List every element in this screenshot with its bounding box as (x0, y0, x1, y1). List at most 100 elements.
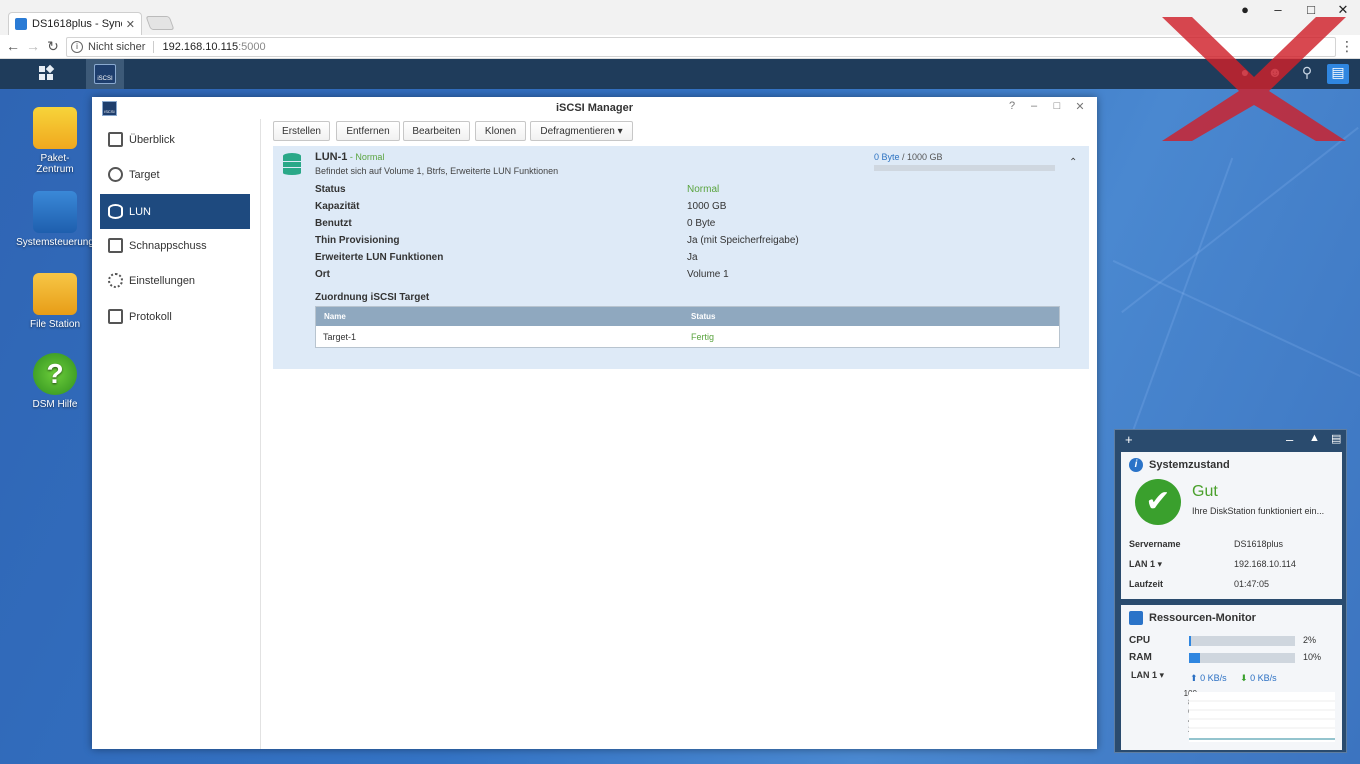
clone-button[interactable]: Klonen (475, 121, 526, 141)
gear-icon (108, 273, 123, 288)
notifications-icon[interactable]: ● (1234, 64, 1256, 84)
prop-label-advanced-lun: Erweiterte LUN Funktionen (315, 252, 444, 263)
forward-icon[interactable]: → (24, 38, 42, 54)
database-icon (108, 204, 123, 219)
overview-icon (108, 132, 123, 147)
url-port: :5000 (238, 41, 266, 53)
sidebar-item-label: LUN (129, 205, 152, 218)
pin-icon[interactable]: ▲ (1309, 432, 1320, 444)
sidebar-item-label: Target (129, 168, 160, 181)
lan-ip-value: 192.168.10.114 (1234, 559, 1296, 569)
search-icon[interactable]: ⚲ (1296, 64, 1318, 84)
lun-used: 0 Byte (874, 152, 900, 162)
list-icon (108, 309, 123, 324)
servername-label: Servername (1129, 539, 1181, 549)
network-traffic-chart (1189, 692, 1335, 742)
help-button-icon[interactable]: ? (1004, 100, 1020, 112)
globe-icon (108, 167, 123, 182)
collapse-chevron-icon[interactable]: ⌃ (1069, 157, 1077, 168)
info-icon[interactable]: i (71, 41, 83, 53)
lun-name: LUN-1 (315, 151, 348, 163)
cell-target-name: Target-1 (323, 332, 357, 342)
lun-database-icon (283, 153, 301, 175)
table-row[interactable]: Target-1 Fertig (316, 326, 1059, 347)
browser-menu-icon[interactable]: ⋮ (1340, 38, 1354, 55)
tab-title: DS1618plus - Synology D (32, 18, 122, 30)
sidebar-item-target[interactable]: Target (100, 157, 250, 192)
minimize-icon[interactable]: – (1026, 100, 1042, 112)
dsm-favicon-icon (15, 18, 27, 30)
upload-arrow-icon: ⬆ (1190, 673, 1198, 683)
desktop-icon-label: Paket- (40, 153, 70, 164)
download-arrow-icon: ⬇ (1240, 673, 1248, 683)
url-field[interactable]: i Nicht sicher 192.168.10.115 :5000 (66, 37, 1336, 57)
package-center-icon (33, 107, 77, 149)
defragment-dropdown[interactable]: Defragmentieren ▾ (530, 121, 633, 141)
system-health-widget: i Systemzustand ✔ Gut Ihre DiskStation f… (1121, 452, 1342, 599)
prop-value-used: 0 Byte (687, 218, 716, 229)
create-button[interactable]: Erstellen (273, 121, 330, 141)
lun-details-panel[interactable]: LUN-1 - Normal Befindet sich auf Volume … (273, 146, 1089, 369)
upload-rate: ⬆ 0 KB/s (1190, 673, 1227, 684)
url-host: 192.168.10.115 (162, 41, 239, 53)
back-icon[interactable]: ← (4, 38, 22, 54)
prop-value-advanced-lun: Ja (687, 252, 698, 263)
profile-icon[interactable]: ● (1230, 2, 1260, 17)
lun-status-inline: - Normal (347, 152, 385, 162)
column-header-name[interactable]: Name (324, 312, 346, 321)
mapping-table-header: Name Status (316, 307, 1059, 326)
remove-button[interactable]: Entfernen (336, 121, 400, 141)
sidebar-item-lun[interactable]: LUN (100, 194, 250, 229)
lan-dropdown[interactable]: LAN 1 ▾ (1129, 559, 1162, 570)
servername-value: DS1618plus (1234, 539, 1284, 549)
security-label: Nicht sicher (88, 41, 146, 53)
health-description: Ihre DiskStation funktioniert ein... (1192, 506, 1325, 516)
desktop-icon-label: DSM Hilfe (32, 399, 78, 410)
lun-location: Befindet sich auf Volume 1, Btrfs, Erwei… (315, 166, 559, 176)
taskbar-iscsi-manager[interactable]: iSCSI (86, 59, 124, 89)
browser-tab[interactable]: DS1618plus - Synology D ✕ (8, 12, 142, 35)
lan-monitor-dropdown[interactable]: LAN 1 ▾ (1131, 670, 1164, 681)
user-icon[interactable]: ☻ (1264, 64, 1286, 84)
window-titlebar[interactable]: iSCSI iSCSI Manager ? – □ ✕ (92, 97, 1097, 119)
sidebar-item-log[interactable]: Protokoll (100, 299, 250, 334)
widget-layout-icon[interactable]: ▤ (1331, 432, 1341, 445)
desktop-icon-file-station[interactable]: File Station (10, 273, 100, 330)
prop-label-thin-provisioning: Thin Provisioning (315, 235, 400, 246)
desktop-icon-package-center[interactable]: Paket- Zentrum (10, 107, 100, 175)
edit-button[interactable]: Bearbeiten (403, 121, 470, 141)
sidebar-item-overview[interactable]: Überblick (100, 122, 250, 157)
close-icon[interactable]: ✕ (1072, 100, 1088, 113)
widgets-toggle-icon[interactable]: ▤ (1327, 64, 1349, 84)
maximize-icon[interactable]: □ (1049, 100, 1065, 112)
prop-value-thin-provisioning: Ja (mit Speicherfreigabe) (687, 235, 799, 246)
info-circle-icon: i (1129, 458, 1143, 472)
sidebar-item-label: Einstellungen (129, 274, 196, 287)
tab-close-icon[interactable]: ✕ (126, 18, 135, 31)
url-separator (153, 41, 155, 53)
main-menu-icon[interactable] (30, 64, 62, 84)
file-station-icon (33, 273, 77, 315)
column-header-status[interactable]: Status (691, 312, 715, 321)
new-tab-button[interactable] (145, 16, 175, 30)
desktop-icon-dsm-help[interactable]: ? DSM Hilfe (10, 353, 100, 410)
sidebar-item-settings[interactable]: Einstellungen (100, 263, 250, 298)
sidebar-item-label: Überblick (129, 133, 175, 146)
widget-panel: + – ▲ ▤ i Systemzustand ✔ Gut Ihre DiskS… (1114, 429, 1347, 753)
monitor-icon (1129, 611, 1143, 625)
desktop-icon-control-panel[interactable]: Systemsteuerung (10, 191, 100, 248)
prop-value-status: Normal (687, 184, 720, 195)
sidebar-item-snapshot[interactable]: Schnappschuss (100, 228, 250, 263)
reload-icon[interactable]: ↻ (44, 38, 62, 55)
lun-usage-bar (874, 165, 1055, 171)
help-icon: ? (33, 353, 77, 395)
add-widget-icon[interactable]: + (1125, 432, 1133, 447)
ram-percent: 10% (1303, 652, 1322, 662)
dsm-taskbar: iSCSI ● ☻ ⚲ ▤ (0, 59, 1360, 89)
minimize-widgets-icon[interactable]: – (1286, 432, 1293, 447)
maximize-window-icon[interactable]: □ (1296, 2, 1326, 17)
download-rate: ⬇ 0 KB/s (1240, 673, 1277, 684)
close-window-icon[interactable]: ✕ (1328, 2, 1358, 18)
checkmark-icon: ✔ (1135, 479, 1181, 525)
minimize-window-icon[interactable]: – (1263, 2, 1293, 17)
